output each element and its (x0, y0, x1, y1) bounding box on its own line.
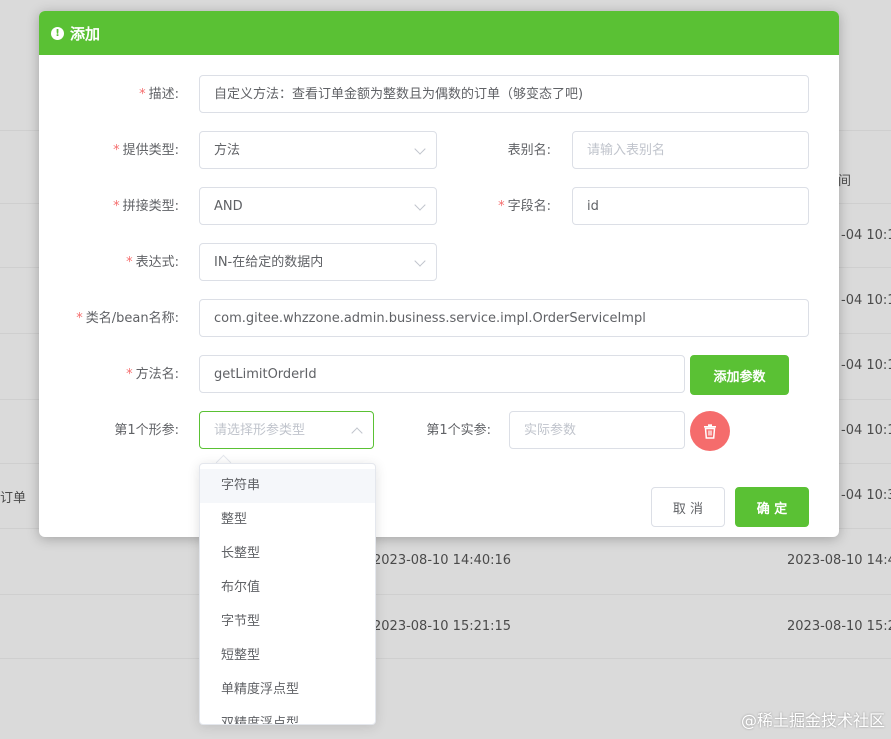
dialog-header: ! 添加 (39, 11, 839, 55)
dropdown-option[interactable]: 双精度浮点型 (200, 707, 375, 724)
expression-label: * 表达式: (126, 255, 179, 270)
dropdown-option[interactable]: 字节型 (200, 605, 375, 639)
param-type-dropdown: 字符串 整型 长整型 布尔值 字节型 短整型 单精度浮点型 双精度浮点型 (199, 463, 376, 725)
info-icon: ! (51, 26, 64, 40)
table-cell: 2023-08-10 15:21:15 (373, 619, 512, 634)
table-cell: -04 10:1 (841, 293, 891, 308)
expression-select[interactable]: IN-在给定的数据内 (199, 243, 437, 281)
dropdown-option[interactable]: 整型 (200, 503, 375, 537)
confirm-button[interactable]: 确 定 (735, 487, 809, 527)
dropdown-option[interactable]: 单精度浮点型 (200, 673, 375, 707)
description-input[interactable]: 自定义方法：查看订单金额为整数且为偶数的订单（够变态了吧) (199, 75, 809, 113)
param1-actual-input[interactable]: 实际参数 (509, 411, 685, 449)
watermark: @稀土掘金技术社区 (740, 711, 885, 730)
table-cell: 2023-08-10 14:4 (787, 553, 891, 568)
delete-param-button[interactable] (690, 411, 730, 451)
dropdown-option[interactable]: 字符串 (200, 469, 375, 503)
chevron-up-icon (351, 427, 363, 439)
provide-type-select[interactable]: 方法 (199, 131, 437, 169)
param1-actual-label: 第1个实参: (426, 423, 491, 438)
table-alias-input[interactable]: 请输入表别名 (572, 131, 809, 169)
dialog-title: 添加 (70, 24, 101, 43)
table-cell: 订单 (0, 491, 27, 506)
table-cell: 2023-08-10 14:40:16 (373, 553, 512, 568)
join-type-label: * 拼接类型: (113, 199, 179, 214)
param1-type-select[interactable]: 请选择形参类型 (199, 411, 374, 449)
table-cell: -04 10:3 (841, 488, 891, 503)
trash-icon (704, 423, 716, 439)
field-name-input[interactable]: id (572, 187, 809, 225)
dropdown-option[interactable]: 短整型 (200, 639, 375, 673)
table-cell: 2023-08-10 15:2 (787, 619, 891, 634)
method-name-input[interactable]: getLimitOrderId (199, 355, 685, 393)
table-divider (0, 594, 891, 595)
table-cell: -04 10:1 (841, 423, 891, 438)
table-cell: -04 10:1 (841, 228, 891, 243)
table-header-cell: 间 (838, 174, 852, 189)
field-name-label: * 字段名: (498, 199, 551, 214)
dropdown-option[interactable]: 布尔值 (200, 571, 375, 605)
table-divider (0, 658, 891, 659)
join-type-select[interactable]: AND (199, 187, 437, 225)
table-alias-label: 表别名: (507, 143, 551, 158)
class-name-label: * 类名/bean名称: (76, 311, 179, 326)
add-dialog: ! 添加 * 描述: 自定义方法：查看订单金额为整数且为偶数的订单（够变态了吧) … (39, 11, 839, 537)
provide-type-label: * 提供类型: (113, 143, 179, 158)
dropdown-option[interactable]: 长整型 (200, 537, 375, 571)
chevron-down-icon (414, 143, 426, 155)
cancel-button[interactable]: 取 消 (651, 487, 725, 527)
chevron-down-icon (414, 255, 426, 267)
chevron-down-icon (414, 199, 426, 211)
description-label: * 描述: (139, 87, 179, 102)
add-param-button[interactable]: 添加参数 (690, 355, 789, 395)
method-name-label: * 方法名: (126, 367, 179, 382)
param1-formal-label: 第1个形参: (114, 423, 179, 438)
table-cell: -04 10:1 (841, 358, 891, 373)
class-name-input[interactable]: com.gitee.whzzone.admin.business.service… (199, 299, 809, 337)
